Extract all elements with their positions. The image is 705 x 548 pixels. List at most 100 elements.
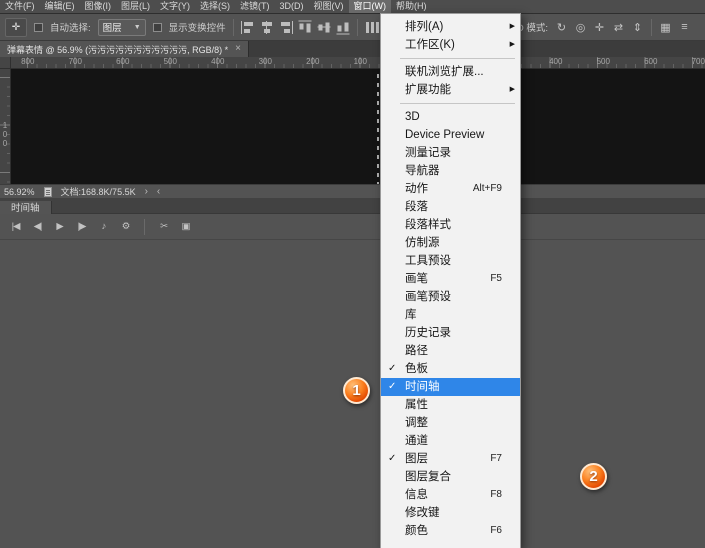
show-transform-checkbox[interactable]: [153, 23, 162, 32]
align-top-edges-icon[interactable]: [298, 20, 311, 34]
align-left-edges-icon[interactable]: [241, 21, 255, 34]
ruler-origin-corner: [0, 57, 11, 69]
menu-item-shortcut: [502, 216, 516, 234]
menubar-item[interactable]: 图层(L): [116, 0, 155, 13]
menubar-item[interactable]: 编辑(E): [40, 0, 80, 13]
ruler-numbers-left: 800700600500400300200100: [11, 57, 384, 67]
3d-roll-icon[interactable]: ◎: [573, 21, 588, 34]
ruler-number: 200: [289, 57, 337, 67]
ruler-number: 700: [52, 57, 100, 67]
menu-item-label: 信息: [405, 486, 490, 504]
menu-item-shortcut: [502, 144, 516, 162]
menu-item-label: 导航器: [405, 162, 502, 180]
3d-orbit-icon[interactable]: ↻: [554, 21, 569, 34]
align-bottom-edges-icon[interactable]: [336, 20, 349, 34]
window-menu-item[interactable]: 联机浏览扩展...: [381, 63, 520, 81]
window-menu-item[interactable]: 测量记录: [381, 144, 520, 162]
window-menu-item[interactable]: 通道: [381, 432, 520, 450]
ruler-digit: 0: [0, 130, 10, 139]
auto-select-dropdown[interactable]: 图层 ▼: [98, 19, 146, 36]
window-menu-item[interactable]: 路径: [381, 342, 520, 360]
check-icon: ✓: [388, 360, 401, 378]
window-menu-item[interactable]: 段落: [381, 198, 520, 216]
window-menu-item[interactable]: 修改键: [381, 504, 520, 522]
menu-item-label: 路径: [405, 342, 502, 360]
options-divider: [233, 19, 234, 36]
canvas-area[interactable]: [11, 69, 705, 184]
menubar-item[interactable]: 图像(I): [80, 0, 117, 13]
window-menu-item[interactable]: 扩展功能 ▶: [381, 81, 520, 99]
menu-item-shortcut: [502, 162, 516, 180]
menu-item-label: 3D: [405, 108, 502, 126]
menu-item-label: 排列(A): [405, 18, 502, 36]
window-menu-item[interactable]: 图层复合: [381, 468, 520, 486]
window-menu-item[interactable]: 画笔预设: [381, 288, 520, 306]
window-menu-item[interactable]: Device Preview: [381, 126, 520, 144]
distribute-horizontal-icon[interactable]: [365, 21, 379, 34]
menubar-item[interactable]: 文件(F): [0, 0, 40, 13]
close-tab-icon[interactable]: ×: [235, 44, 241, 54]
menubar-item[interactable]: 帮助(H): [391, 0, 432, 13]
window-menu-item[interactable]: 段落样式: [381, 216, 520, 234]
previous-frame-button[interactable]: ◀|: [28, 221, 47, 232]
next-frame-button[interactable]: |▶: [72, 221, 91, 232]
auto-select-checkbox[interactable]: [34, 23, 43, 32]
window-menu-item[interactable]: ✓ 时间轴: [381, 378, 520, 396]
grid-overlay-icon[interactable]: ▦: [658, 21, 673, 34]
3d-slide-icon[interactable]: ⇄: [611, 21, 626, 34]
align-vertical-centers-icon[interactable]: [317, 20, 330, 34]
window-menu-item[interactable]: 信息 F8: [381, 486, 520, 504]
3d-scale-icon[interactable]: ⇕: [630, 21, 645, 34]
menu-item-shortcut: [381, 54, 395, 63]
menu-item-label: 历史记录: [405, 324, 502, 342]
menubar-item[interactable]: 文字(Y): [155, 0, 195, 13]
window-menu-item[interactable]: 动作 Alt+F9: [381, 180, 520, 198]
timeline-settings-icon[interactable]: ⚙: [116, 221, 135, 232]
window-menu-item[interactable]: 工具预设: [381, 252, 520, 270]
horizontal-ruler: 800700600500400300200100 400500600700: [11, 57, 705, 69]
first-frame-button[interactable]: |◀: [6, 221, 25, 232]
status-chevron-right-icon[interactable]: ›: [145, 186, 148, 197]
window-menu-item[interactable]: 画笔 F5: [381, 270, 520, 288]
menubar-item[interactable]: 窗口(W): [349, 0, 392, 13]
menu-item-label: 颜色: [405, 522, 490, 540]
menubar-item[interactable]: 选择(S): [195, 0, 235, 13]
options-divider: [651, 19, 652, 36]
menubar-item[interactable]: 视图(V): [309, 0, 349, 13]
window-menu-item[interactable]: ✓ 色板: [381, 360, 520, 378]
zoom-level-field[interactable]: 56.92%: [4, 187, 35, 197]
window-menu-item[interactable]: 历史记录: [381, 324, 520, 342]
window-menu-item[interactable]: ✓ 图层 F7: [381, 450, 520, 468]
trim-scissors-icon[interactable]: ✂: [154, 221, 173, 232]
align-horizontal-centers-icon[interactable]: [260, 21, 274, 34]
menubar-item[interactable]: 滤镜(T): [235, 0, 275, 13]
status-chevron-left-icon[interactable]: ‹: [157, 186, 160, 197]
workspace-menu-icon[interactable]: ≡: [677, 21, 692, 33]
window-menu-item[interactable]: 排列(A) ▶: [381, 18, 520, 36]
menubar-item[interactable]: 3D(D): [275, 0, 309, 13]
window-menu-item[interactable]: 工作区(K) ▶: [381, 36, 520, 54]
window-menu-item[interactable]: 库: [381, 306, 520, 324]
vertical-ruler-number: 100: [0, 121, 10, 148]
window-menu-item[interactable]: 属性: [381, 396, 520, 414]
align-right-edges-icon[interactable]: [279, 21, 293, 34]
window-menu-item[interactable]: 3D: [381, 108, 520, 126]
window-menu-item[interactable]: 调整: [381, 414, 520, 432]
window-menu-item[interactable]: 颜色 F6: [381, 522, 520, 540]
play-button[interactable]: ▶: [50, 221, 69, 232]
menu-item-label: 属性: [405, 396, 502, 414]
document-tab[interactable]: 弹幕表情 @ 56.9% (污污污污污污污污污污污, RGB/8) * ×: [0, 41, 249, 57]
annotation-badge-2: 2: [580, 463, 607, 490]
menu-item-label: 段落: [405, 198, 502, 216]
document-tab-title: 弹幕表情 @ 56.9% (污污污污污污污污污污污, RGB/8) *: [7, 43, 228, 56]
window-menu-item[interactable]: 仿制源: [381, 234, 520, 252]
audio-toggle-button[interactable]: ♪: [94, 221, 113, 232]
ruler-number: 800: [11, 57, 52, 67]
menu-item-shortcut: F8: [490, 486, 516, 504]
new-frame-icon[interactable]: ▣: [176, 221, 195, 232]
3d-drag-icon[interactable]: ✛: [592, 21, 607, 34]
window-menu-item: [381, 54, 520, 63]
timeline-controls: |◀◀|▶|▶♪⚙ ✂▣: [0, 214, 705, 240]
move-tool-icon[interactable]: ✛: [5, 18, 27, 37]
window-menu-item[interactable]: 导航器: [381, 162, 520, 180]
